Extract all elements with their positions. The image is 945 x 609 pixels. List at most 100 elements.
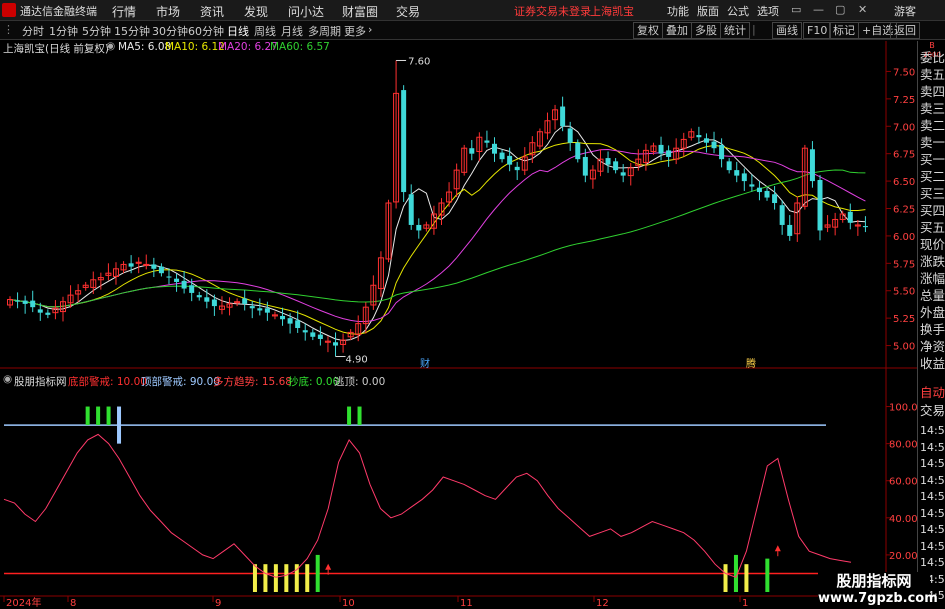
- sidebar-quote-5[interactable]: 卖一: [920, 134, 945, 151]
- ind-tick-label: 20.00: [889, 551, 918, 562]
- y-tick-label: 6.75: [893, 150, 915, 161]
- y-tick-label: 5.50: [893, 287, 915, 298]
- candle-body: [484, 140, 490, 143]
- sidebar-quote-7[interactable]: 买二: [920, 168, 945, 185]
- low-price-label: 4.90: [346, 355, 368, 366]
- x-tick-label: 1: [742, 598, 748, 609]
- sidebar-time-8: 14:56: [920, 556, 945, 569]
- candle-body: [280, 315, 286, 320]
- candle-body: [416, 224, 422, 231]
- candle-body: [181, 280, 187, 289]
- watermark-line1: 股朋指标网: [836, 572, 912, 590]
- buy-bottom-bar: [284, 564, 289, 592]
- candle-body: [37, 309, 43, 313]
- candle-body: [605, 158, 611, 165]
- sidebar-time-4: 14:56: [920, 490, 945, 503]
- sidebar-quote-0[interactable]: 委比: [920, 49, 945, 66]
- candle-body: [696, 135, 702, 138]
- candle-body: [658, 144, 664, 154]
- sidebar-bottom-1[interactable]: 交易: [920, 402, 945, 419]
- event-label-cai: 财: [420, 357, 430, 370]
- candle-body: [862, 226, 868, 228]
- sidebar-quote-6[interactable]: 买一: [920, 151, 945, 168]
- candle-body: [310, 332, 316, 337]
- sidebar-time-3: 14:56: [920, 473, 945, 487]
- bull-trend-line: [3, 433, 852, 578]
- sidebar-quote-3[interactable]: 卖三: [920, 100, 945, 117]
- y-tick-label: 7.25: [893, 95, 915, 106]
- escape-top-bar: [85, 406, 90, 426]
- sidebar-quote-2[interactable]: 卖四: [920, 83, 945, 100]
- candle-body: [166, 276, 172, 278]
- ma-line-ma60: [9, 169, 866, 308]
- y-tick-label: 6.00: [893, 232, 915, 243]
- buy-bottom-bar: [263, 564, 268, 592]
- sidebar-quote-13[interactable]: 涨幅: [920, 270, 945, 287]
- ind-tick-label: 60.00: [889, 477, 918, 488]
- candle-body: [295, 320, 301, 329]
- candle-body: [174, 278, 180, 282]
- candle-body: [575, 142, 581, 160]
- candle-body: [22, 300, 28, 304]
- y-tick-label: 5.25: [893, 314, 915, 325]
- escape-top-bar: [347, 406, 352, 426]
- candle-body: [491, 143, 497, 154]
- candle-body: [30, 300, 36, 308]
- buy-bottom-bar: [315, 554, 320, 592]
- sidebar-quote-4[interactable]: 卖二: [920, 117, 945, 134]
- y-tick-label: 7.00: [893, 122, 915, 133]
- sidebar-time-2: 14:56: [920, 457, 945, 470]
- sidebar-quote-12[interactable]: 涨跌: [920, 253, 945, 270]
- sidebar-time-1: 14:56: [920, 440, 945, 454]
- candle-body: [764, 190, 770, 198]
- candle-body: [287, 318, 293, 324]
- candle-body: [711, 141, 717, 149]
- candle-body: [249, 306, 255, 309]
- high-price-label: 7.60: [408, 56, 430, 67]
- watermark: 股朋指标网 www.7gpzb.com: [818, 572, 938, 609]
- sidebar-quote-18[interactable]: 收益: [920, 355, 945, 372]
- buy-bottom-bar: [273, 564, 278, 592]
- x-tick-label: 9: [215, 598, 221, 609]
- candlesticks: 7.60 4.90: [7, 56, 868, 366]
- candle-body: [128, 263, 134, 267]
- sidebar-quote-10[interactable]: 买五: [920, 219, 945, 236]
- candle-body: [242, 298, 248, 304]
- chart-axes: 7.50 7.25 7.00 6.75 6.50 6.25 6.00 5.75 5.50 5.25…: [3, 67, 918, 609]
- sidebar-quote-16[interactable]: 换手: [920, 321, 945, 338]
- candle-body: [264, 308, 270, 313]
- sidebar-quote-9[interactable]: 买四: [920, 202, 945, 219]
- candle-body: [408, 194, 414, 225]
- sidebar-quote-17[interactable]: 净资: [920, 338, 945, 355]
- candle-body: [734, 170, 740, 176]
- ind-tick-label: 80.00: [889, 440, 918, 451]
- y-tick-label: 5.00: [893, 342, 915, 353]
- sidebar-quote-11[interactable]: 现价: [920, 236, 945, 253]
- sidebar-bottom-0[interactable]: 自动: [920, 384, 945, 401]
- escape-top-bar: [106, 406, 111, 426]
- sidebar-time-7: 14:56: [920, 539, 945, 553]
- escape-top-bar: [96, 406, 101, 426]
- candle-body: [204, 297, 210, 302]
- chart-grid: [0, 41, 917, 609]
- candle-body: [257, 308, 263, 311]
- candle-body: [15, 300, 21, 302]
- candle-body: [401, 90, 407, 193]
- sidebar-quote-1[interactable]: 卖五: [920, 66, 945, 83]
- candle-body: [817, 179, 823, 231]
- candle-body: [756, 187, 762, 193]
- sidebar-time-0: 14:56: [920, 424, 945, 437]
- escape-top-bar: [357, 406, 362, 426]
- candle-body: [567, 128, 573, 143]
- kline-chart[interactable]: 7.60 4.90 7.50 7.25 7.00 6.75 6.50 6.25 6.00 5.7…: [0, 0, 945, 609]
- up-arrow-icon: [325, 563, 332, 570]
- sidebar-quote-15[interactable]: 外盘: [920, 304, 945, 321]
- event-label-teng: 腾: [746, 357, 756, 370]
- candle-body: [514, 166, 520, 171]
- candle-body: [787, 224, 793, 236]
- sidebar-quote-8[interactable]: 买三: [920, 185, 945, 202]
- sidebar-quote-14[interactable]: 总量: [920, 287, 945, 304]
- y-tick-label: 7.50: [893, 67, 915, 78]
- candle-body: [719, 144, 725, 160]
- candle-body: [772, 194, 778, 204]
